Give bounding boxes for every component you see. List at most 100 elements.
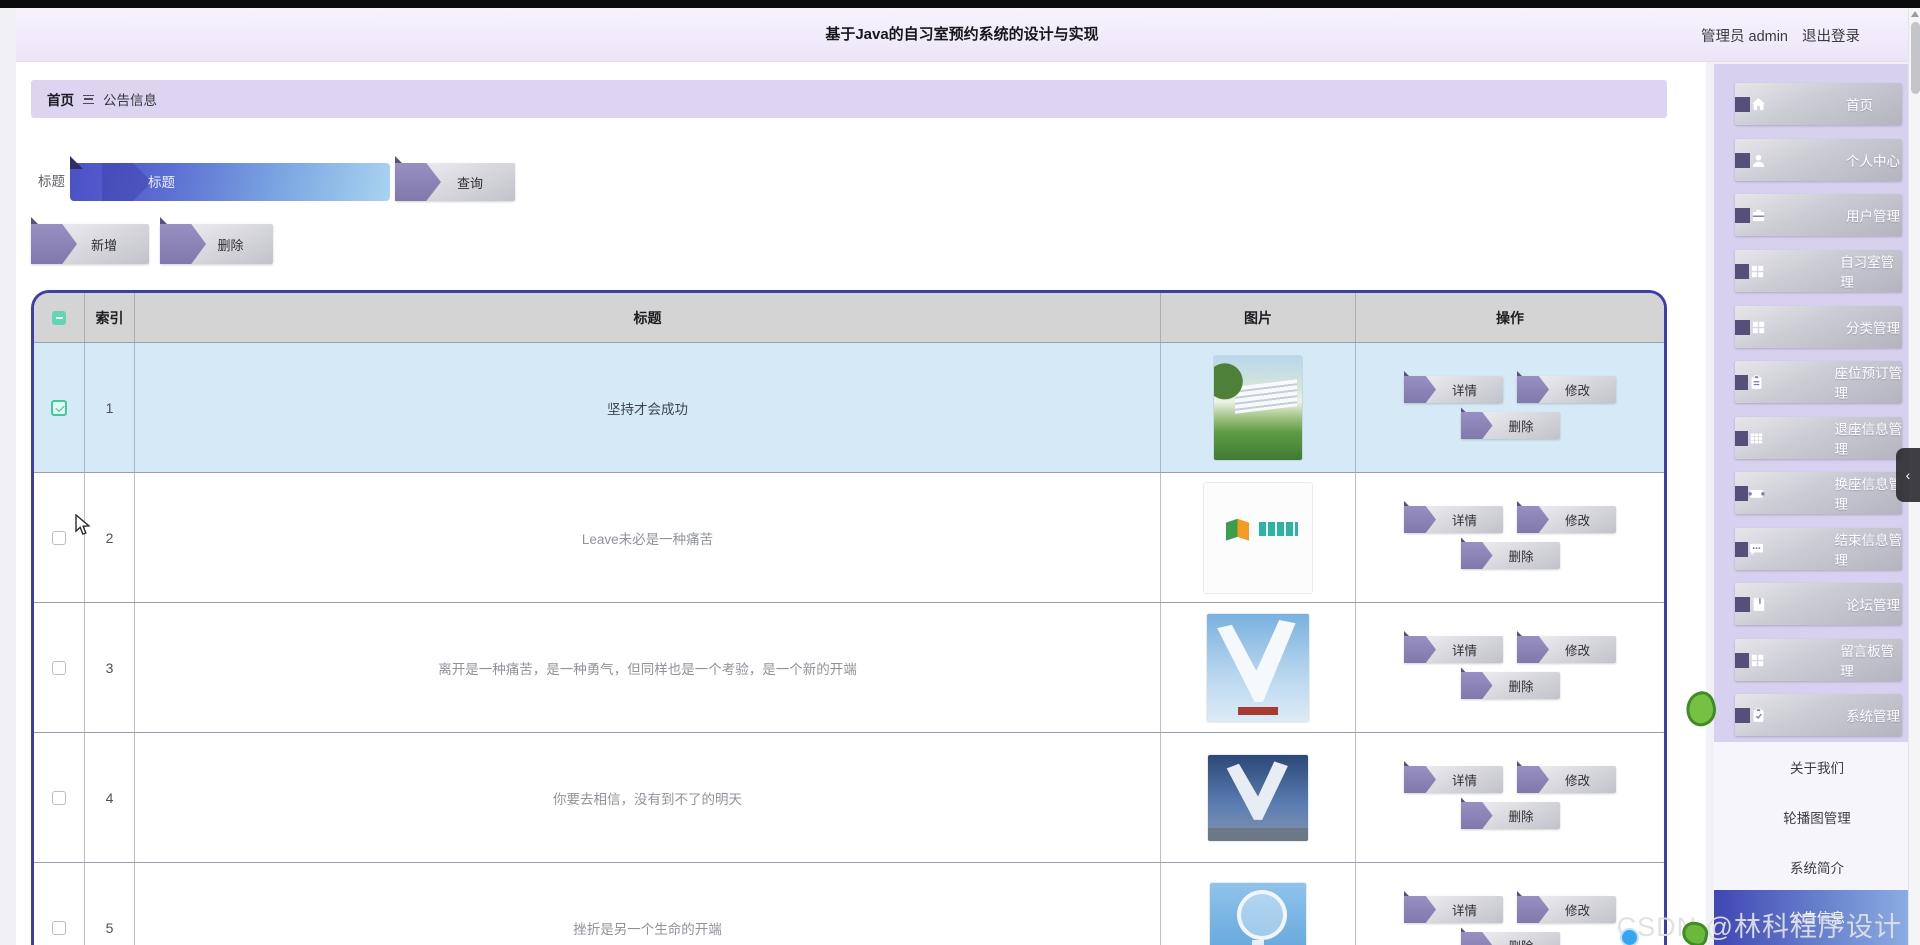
row-checkbox[interactable] bbox=[52, 530, 66, 545]
breadcrumb-current: 公告信息 bbox=[103, 93, 157, 108]
row-checkbox[interactable] bbox=[52, 920, 66, 935]
header-image: 图片 bbox=[1161, 293, 1356, 342]
header-title: 标题 bbox=[135, 293, 1161, 342]
chevron-left-icon: ‹ bbox=[1905, 467, 1911, 483]
app-header: 基于Java的自习室预约系统的设计与实现 管理员 admin 退出登录 bbox=[16, 8, 1908, 62]
edit-button[interactable]: 修改 bbox=[1517, 631, 1616, 663]
table-row: 1 坚持才会成功 详情 修改 删除 bbox=[34, 343, 1664, 473]
detail-button[interactable]: 详情 bbox=[1404, 371, 1503, 403]
scrollbar-up-icon[interactable] bbox=[1911, 11, 1919, 17]
table-grid-icon bbox=[1748, 430, 1793, 447]
breadcrumb-home[interactable]: 首页 bbox=[47, 89, 74, 109]
mascot-dot-decoration bbox=[1620, 928, 1639, 945]
window-top-strip bbox=[0, 0, 1920, 8]
row-image-globe-sculpture bbox=[1210, 882, 1306, 945]
sidebar-item-seat-change-management[interactable]: 换座信息管理 bbox=[1735, 472, 1902, 514]
edit-button[interactable]: 修改 bbox=[1517, 761, 1616, 793]
sidebar-sub-carousel-management[interactable]: 轮播图管理 bbox=[1714, 804, 1920, 834]
username: admin bbox=[1748, 28, 1789, 45]
detail-button[interactable]: 详情 bbox=[1404, 761, 1503, 793]
header-actions: 操作 bbox=[1496, 309, 1524, 326]
add-button[interactable]: 新增 bbox=[31, 217, 149, 264]
row-title: 你要去相信，没有到不了的明天 bbox=[135, 733, 1161, 862]
clipboard-check-icon bbox=[1750, 707, 1804, 724]
breadcrumb: 首页 公告信息 bbox=[31, 80, 1667, 118]
home-icon bbox=[1750, 96, 1804, 113]
csdn-watermark: CSDN @林科程序设计 bbox=[1616, 912, 1902, 942]
row-title: Leave未必是一种痛苦 bbox=[135, 473, 1161, 602]
table-row: 5 挫折是另一个生命的开端 详情 修改 删除 bbox=[34, 863, 1664, 945]
clipboard-icon bbox=[1748, 374, 1793, 391]
table-header-row: 索引 标题 图片 操作 bbox=[34, 293, 1664, 343]
grid-icon bbox=[1749, 263, 1798, 280]
sidebar-sub-about-us[interactable]: 关于我们 bbox=[1714, 754, 1920, 784]
sidebar-item-home[interactable]: 首页 bbox=[1735, 83, 1902, 125]
breadcrumb-separator-icon bbox=[83, 94, 94, 104]
row-image-sculpture bbox=[1207, 613, 1309, 722]
sidebar-item-seat-reservation-management[interactable]: 座位预订管理 bbox=[1735, 361, 1902, 403]
row-checkbox[interactable] bbox=[51, 399, 67, 416]
detail-button[interactable]: 详情 bbox=[1404, 631, 1503, 663]
chat-icon bbox=[1748, 541, 1793, 558]
sidebar-item-seat-exit-management[interactable]: 退座信息管理 bbox=[1735, 417, 1902, 459]
header-checkbox-cell bbox=[34, 293, 85, 342]
table-row: 4 你要去相信，没有到不了的明天 详情 修改 删除 bbox=[34, 733, 1664, 863]
row-image-campus-photo bbox=[1214, 355, 1302, 460]
delete-button[interactable]: 删除 bbox=[1460, 927, 1560, 945]
row-title: 离开是一种痛苦，是一种勇气，但同样也是一个考验，是一个新的开端 bbox=[135, 603, 1161, 732]
header-user-area: 管理员 admin 退出登录 bbox=[1701, 8, 1860, 62]
sidebar-item-forum-management[interactable]: 论坛管理 bbox=[1735, 583, 1902, 625]
select-all-checkbox[interactable] bbox=[52, 310, 66, 325]
delete-button[interactable]: 删除 bbox=[1460, 537, 1560, 569]
briefcase-icon bbox=[1750, 207, 1804, 224]
row-index: 1 bbox=[85, 343, 135, 472]
detail-button[interactable]: 详情 bbox=[1404, 501, 1503, 533]
sidebar-item-system-management[interactable]: 系统管理 bbox=[1735, 694, 1902, 736]
detail-button[interactable]: 详情 bbox=[1404, 891, 1503, 923]
sidebar-item-study-room-management[interactable]: 自习室管理 bbox=[1735, 250, 1902, 292]
user-role: 管理员 bbox=[1700, 28, 1745, 45]
page-title: 基于Java的自习室预约系统的设计与实现 bbox=[825, 26, 1099, 43]
sidebar-collapse-handle[interactable]: ‹ bbox=[1896, 448, 1920, 502]
header-index: 索引 bbox=[85, 293, 135, 342]
search-input[interactable] bbox=[70, 163, 390, 201]
sidebar: 首页 个人中心 用户管理 自习室管理 分类管理 座位预订管理 退座信息管理 换座… bbox=[1714, 64, 1920, 945]
search-input-wrap bbox=[70, 156, 390, 201]
grid-icon bbox=[1749, 652, 1798, 669]
row-index: 4 bbox=[85, 733, 135, 862]
table-row: 2 Leave未必是一种痛苦 详情 修改 删除 bbox=[34, 473, 1664, 603]
ticket-icon bbox=[1747, 485, 1793, 502]
row-image-study-logo bbox=[1204, 482, 1312, 593]
scrollbar-thumb[interactable] bbox=[1910, 22, 1920, 94]
title-field-label: 标题 bbox=[38, 174, 65, 189]
user-icon bbox=[1750, 152, 1804, 169]
grid-icon bbox=[1750, 319, 1804, 336]
delete-button[interactable]: 删除 bbox=[1460, 407, 1560, 439]
sidebar-item-user-management[interactable]: 用户管理 bbox=[1735, 194, 1902, 236]
edit-button[interactable]: 修改 bbox=[1517, 371, 1616, 403]
sidebar-item-message-board-management[interactable]: 留言板管理 bbox=[1735, 639, 1902, 681]
user-role-and-name: 管理员 admin bbox=[1701, 25, 1788, 46]
row-checkbox[interactable] bbox=[52, 790, 66, 805]
row-index: 5 bbox=[85, 863, 135, 945]
sidebar-item-profile[interactable]: 个人中心 bbox=[1735, 139, 1902, 181]
delete-selected-button[interactable]: 删除 bbox=[160, 217, 273, 264]
delete-button[interactable]: 删除 bbox=[1460, 797, 1560, 829]
main-content: 首页 公告信息 标题 查询 新增 删除 索引 标题 图片 操作 bbox=[16, 60, 1706, 945]
logout-link[interactable]: 退出登录 bbox=[1802, 25, 1860, 46]
row-checkbox[interactable] bbox=[52, 660, 66, 675]
sidebar-item-category-management[interactable]: 分类管理 bbox=[1735, 306, 1902, 348]
sidebar-sub-system-intro[interactable]: 系统简介 bbox=[1714, 854, 1920, 884]
row-title: 坚持才会成功 bbox=[135, 343, 1161, 472]
notice-table: 索引 标题 图片 操作 1 坚持才会成功 详情 修改 删除 2 Leave未必是… bbox=[31, 290, 1667, 945]
row-image-sculpture-night bbox=[1208, 754, 1308, 841]
edit-button[interactable]: 修改 bbox=[1517, 501, 1616, 533]
table-row: 3 离开是一种痛苦，是一种勇气，但同样也是一个考验，是一个新的开端 详情 修改 … bbox=[34, 603, 1664, 733]
sidebar-item-end-info-management[interactable]: 结束信息管理 bbox=[1735, 528, 1902, 570]
search-button[interactable]: 查询 bbox=[395, 156, 515, 201]
book-icon bbox=[1750, 596, 1804, 613]
row-index: 3 bbox=[85, 603, 135, 732]
edit-button[interactable]: 修改 bbox=[1517, 891, 1616, 923]
delete-button[interactable]: 删除 bbox=[1460, 667, 1560, 699]
mouse-cursor bbox=[74, 513, 94, 541]
